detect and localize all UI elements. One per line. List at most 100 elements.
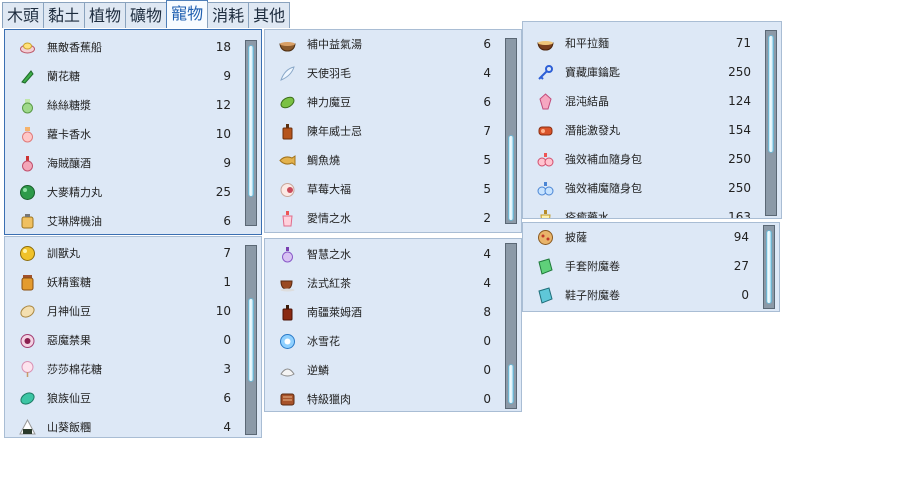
- snow-flower-icon: [279, 333, 296, 350]
- cotton-candy-icon: [19, 361, 36, 378]
- rice-ball-icon: [19, 419, 36, 436]
- training-pill-icon: [19, 245, 36, 262]
- soup-bowl-icon: [279, 36, 296, 53]
- list-item[interactable]: 強效補魔隨身包 250: [523, 174, 759, 203]
- scrollbar[interactable]: [505, 38, 517, 224]
- scrollbar-thumb[interactable]: [248, 298, 254, 382]
- rum-bottle-icon: [279, 304, 296, 321]
- red-pill-icon: [537, 122, 554, 139]
- moon-bean-icon: [19, 303, 36, 320]
- wisdom-potion-icon: [279, 246, 296, 263]
- tab-wood[interactable]: 木頭: [2, 2, 45, 28]
- list-item[interactable]: 強效補血隨身包 250: [523, 145, 759, 174]
- syrup-bottle-icon: [19, 97, 36, 114]
- taiyaki-icon: [279, 152, 296, 169]
- list-item[interactable]: 披薩 94: [523, 223, 757, 252]
- tab-clay[interactable]: 黏土: [43, 2, 86, 28]
- list-item[interactable]: 訓獸丸 7: [5, 239, 239, 268]
- list-item[interactable]: 鯛魚燒 5: [265, 146, 499, 175]
- scrollbar[interactable]: [505, 243, 517, 409]
- list-item[interactable]: 陳年威士忌 7: [265, 117, 499, 146]
- item-panel-2: 補中益氣湯 6 天使羽毛 4 神力魔豆 6 陳年威士忌 7 鯛魚燒 5 草莓大福…: [264, 29, 522, 233]
- honey-jar-icon: [19, 274, 36, 291]
- shoe-scroll-icon: [537, 287, 554, 304]
- love-potion-icon: [279, 210, 296, 227]
- mp-pack-icon: [537, 180, 554, 197]
- tab-pet[interactable]: 寵物: [166, 0, 209, 28]
- demon-fruit-icon: [19, 332, 36, 349]
- cure-potion-icon: [537, 209, 554, 218]
- pizza-icon: [537, 229, 554, 246]
- list-item[interactable]: 狼族仙豆 6: [5, 384, 239, 413]
- wolf-bean-icon: [19, 390, 36, 407]
- scrollbar[interactable]: [245, 40, 257, 226]
- scrollbar-thumb[interactable]: [508, 135, 514, 221]
- list-item[interactable]: 海賊釀酒 9: [5, 149, 239, 178]
- scrollbar-thumb[interactable]: [508, 364, 514, 404]
- list-item[interactable]: 山葵飯糰 4: [5, 413, 239, 437]
- list-item[interactable]: 惡魔禁果 0: [5, 326, 239, 355]
- list-item[interactable]: 和平拉麵 71: [523, 29, 759, 58]
- category-tabs: 木頭 黏土 植物 礦物 寵物 消耗 其他: [2, 0, 291, 28]
- scrollbar[interactable]: [765, 30, 777, 216]
- scrollbar[interactable]: [763, 225, 775, 309]
- tea-cup-icon: [279, 275, 296, 292]
- item-panel-5: 智慧之水 4 法式紅茶 4 南疆萊姆酒 8 冰雪花 0 逆鱗 0 特級獵肉 0: [264, 238, 522, 412]
- magic-bean-icon: [279, 94, 296, 111]
- list-item[interactable]: 潛能激發丸 154: [523, 116, 759, 145]
- list-item[interactable]: 妖精蜜糖 1: [5, 268, 239, 297]
- list-item[interactable]: 南疆萊姆酒 8: [265, 298, 499, 327]
- list-item[interactable]: 智慧之水 4: [265, 240, 499, 269]
- meat-icon: [279, 391, 296, 408]
- perfume-bottle-icon: [19, 126, 36, 143]
- tab-consumable[interactable]: 消耗: [207, 2, 250, 28]
- list-item[interactable]: 無敵香蕉船 18: [5, 33, 239, 62]
- list-item[interactable]: 蘿卡香水 10: [5, 120, 239, 149]
- feather-icon: [279, 65, 296, 82]
- list-item[interactable]: 混沌結晶 124: [523, 87, 759, 116]
- item-panel-3: 和平拉麵 71 寶藏庫鑰匙 250 混沌結晶 124 潛能激發丸 154 強效補…: [522, 21, 782, 219]
- banana-boat-icon: [19, 39, 36, 56]
- oil-can-icon: [19, 213, 36, 230]
- daifuku-icon: [279, 181, 296, 198]
- list-item[interactable]: 愛情之水 2: [265, 204, 499, 232]
- list-item[interactable]: 法式紅茶 4: [265, 269, 499, 298]
- list-item[interactable]: 特級獵肉 0: [265, 385, 499, 411]
- list-item[interactable]: 月神仙豆 10: [5, 297, 239, 326]
- glove-scroll-icon: [537, 258, 554, 275]
- list-item[interactable]: 痊癒藥水 163: [523, 203, 759, 218]
- key-icon: [537, 64, 554, 81]
- list-item[interactable]: 蘭花糖 9: [5, 62, 239, 91]
- scrollbar-thumb[interactable]: [248, 45, 254, 197]
- crystal-icon: [537, 93, 554, 110]
- tab-plant[interactable]: 植物: [84, 2, 127, 28]
- scrollbar[interactable]: [245, 245, 257, 435]
- list-item[interactable]: 補中益氣湯 6: [265, 30, 499, 59]
- list-item[interactable]: 鞋子附魔卷 0: [523, 281, 757, 310]
- tab-mineral[interactable]: 礦物: [125, 2, 168, 28]
- green-pill-icon: [19, 184, 36, 201]
- list-item[interactable]: 草莓大福 5: [265, 175, 499, 204]
- scrollbar-thumb[interactable]: [766, 230, 772, 304]
- list-item[interactable]: 天使羽毛 4: [265, 59, 499, 88]
- list-item[interactable]: 神力魔豆 6: [265, 88, 499, 117]
- orchid-candy-icon: [19, 68, 36, 85]
- list-item[interactable]: 絲絲糖漿 12: [5, 91, 239, 120]
- scale-icon: [279, 362, 296, 379]
- list-item[interactable]: 逆鱗 0: [265, 356, 499, 385]
- item-panel-1: 無敵香蕉船 18 蘭花糖 9 絲絲糖漿 12 蘿卡香水 10 海賊釀酒 9 大麥…: [4, 29, 262, 235]
- scrollbar-thumb[interactable]: [768, 35, 774, 153]
- list-item[interactable]: 大麥精力丸 25: [5, 178, 239, 207]
- list-item[interactable]: 莎莎棉花糖 3: [5, 355, 239, 384]
- list-item[interactable]: 艾琳牌機油 6: [5, 207, 239, 234]
- hp-pack-icon: [537, 151, 554, 168]
- ramen-bowl-icon: [537, 35, 554, 52]
- item-panel-6: 披薩 94 手套附魔卷 27 鞋子附魔卷 0: [522, 222, 780, 312]
- tab-other[interactable]: 其他: [248, 2, 291, 28]
- list-item[interactable]: 冰雪花 0: [265, 327, 499, 356]
- wine-bottle-icon: [19, 155, 36, 172]
- list-item[interactable]: 寶藏庫鑰匙 250: [523, 58, 759, 87]
- list-item[interactable]: 手套附魔卷 27: [523, 252, 757, 281]
- item-panel-4: 訓獸丸 7 妖精蜜糖 1 月神仙豆 10 惡魔禁果 0 莎莎棉花糖 3 狼族仙豆…: [4, 236, 262, 438]
- whiskey-bottle-icon: [279, 123, 296, 140]
